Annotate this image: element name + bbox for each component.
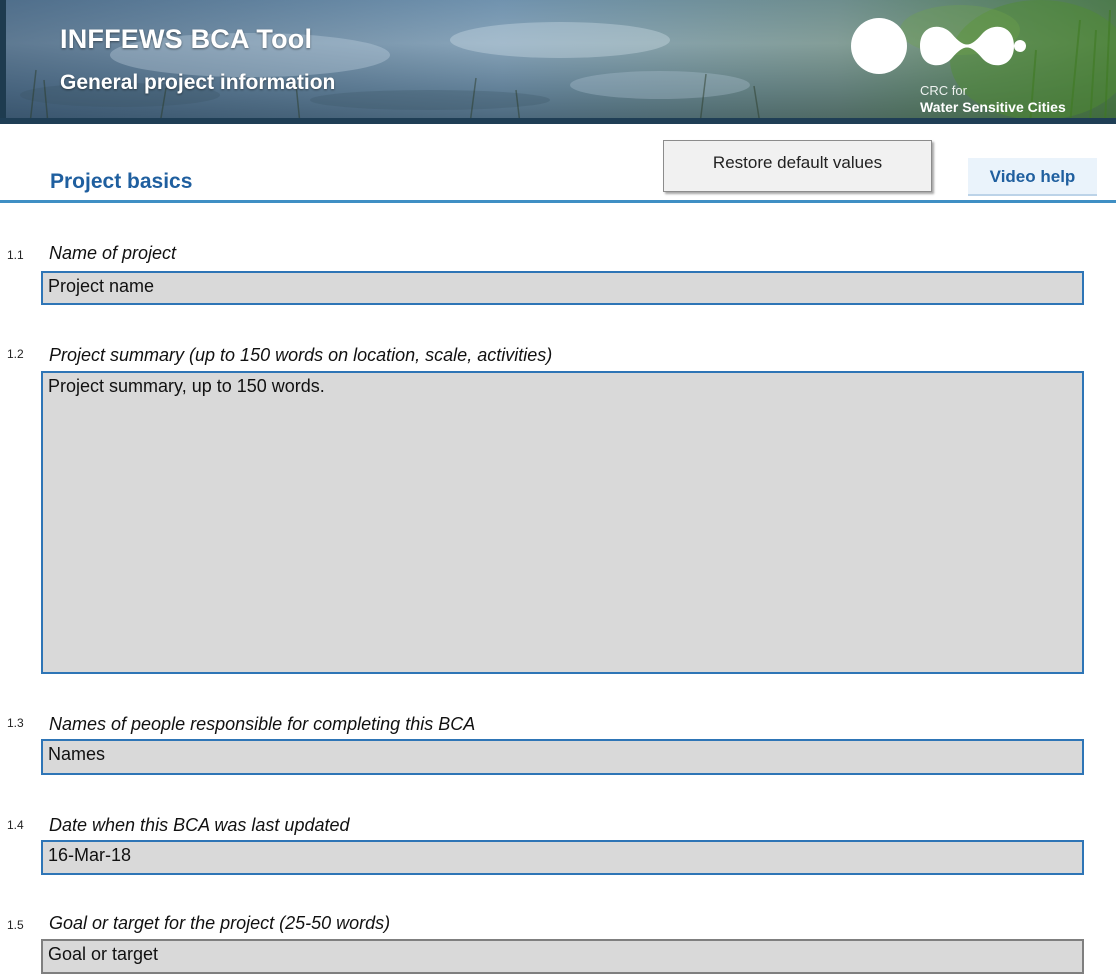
field-number: 1.1 (7, 248, 24, 262)
banner-left-edge (0, 0, 6, 124)
restore-default-values-button[interactable]: Restore default values (663, 140, 932, 192)
page-subtitle: General project information (60, 71, 336, 94)
field-number: 1.5 (7, 918, 24, 932)
video-help-button[interactable]: Video help (968, 158, 1097, 196)
project-summary-textarea[interactable]: Project summary, up to 150 words. (41, 371, 1084, 674)
page: INFFEWS BCA Tool General project informa… (0, 0, 1116, 980)
field-label-responsible-names: Names of people responsible for completi… (49, 714, 476, 734)
goal-target-input[interactable]: Goal or target (41, 939, 1084, 974)
app-title: INFFEWS BCA Tool (60, 24, 313, 54)
field-label-project-summary: Project summary (up to 150 words on loca… (49, 345, 553, 365)
header-banner: INFFEWS BCA Tool General project informa… (0, 0, 1116, 124)
crc-logo-icon (851, 18, 1026, 74)
field-number: 1.4 (7, 818, 24, 832)
project-name-input[interactable]: Project name (41, 271, 1084, 305)
banner-divider (0, 118, 1116, 124)
last-updated-date-input[interactable]: 16-Mar-18 (41, 840, 1084, 875)
field-label-project-name: Name of project (49, 243, 177, 263)
section-divider (0, 200, 1116, 203)
logo-text-wsc: Water Sensitive Cities (920, 99, 1066, 115)
logo-text-crc: CRC for (920, 83, 967, 98)
field-number: 1.3 (7, 716, 24, 730)
responsible-names-input[interactable]: Names (41, 739, 1084, 775)
field-number: 1.2 (7, 347, 24, 361)
field-label-goal: Goal or target for the project (25-50 wo… (49, 913, 391, 933)
section-title: Project basics (50, 170, 193, 193)
field-label-last-updated: Date when this BCA was last updated (49, 815, 350, 835)
